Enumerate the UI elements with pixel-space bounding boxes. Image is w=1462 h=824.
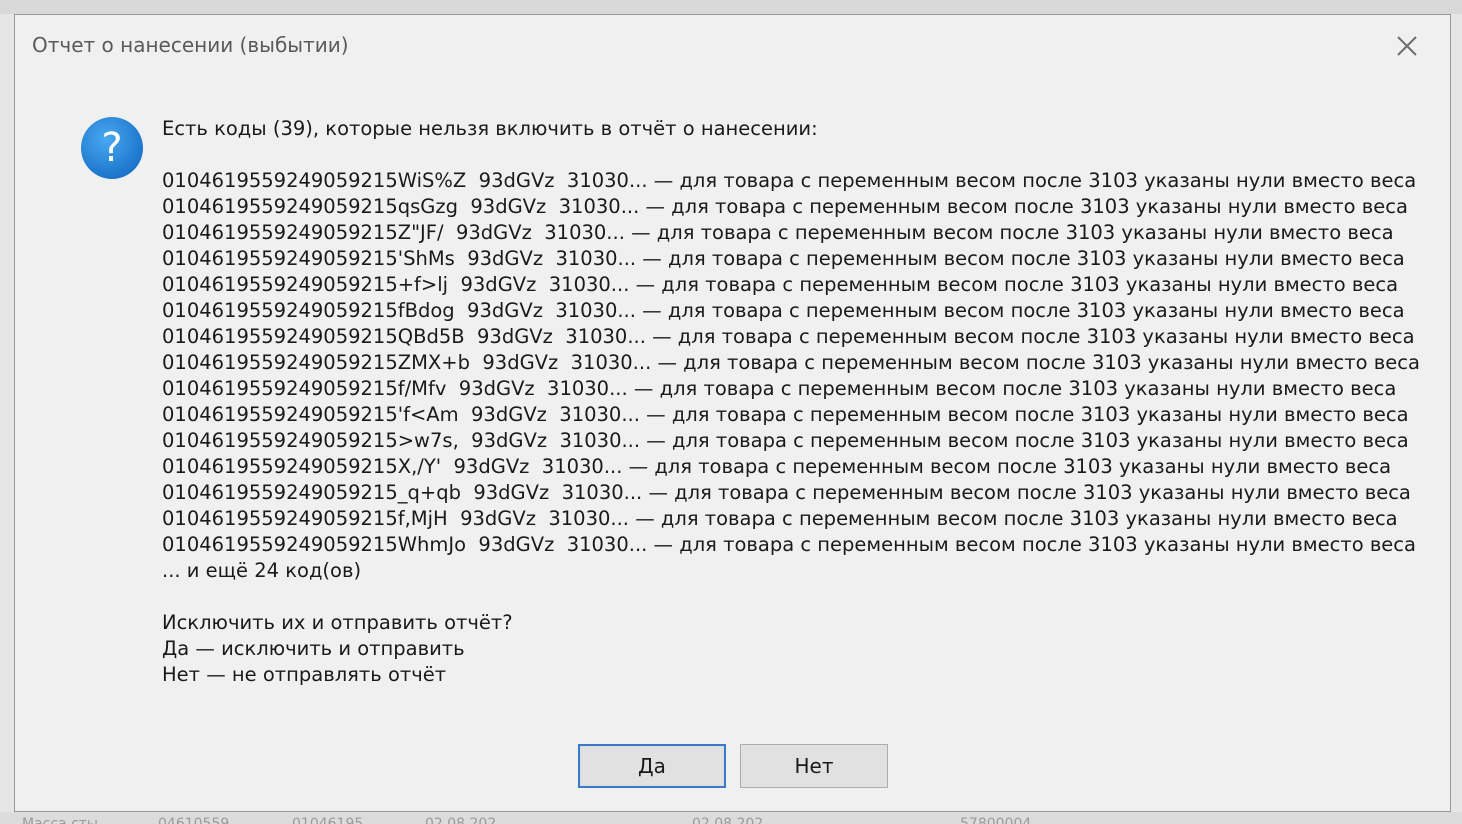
- background-cell: 04610559...: [158, 816, 243, 824]
- background-cell: Масса сты...: [22, 816, 112, 824]
- no-hint: Нет — не отправлять отчёт: [162, 663, 447, 686]
- background-table-row: Масса сты... 04610559... 01046195... 02.…: [0, 812, 1462, 824]
- code-line: 0104619559249059215fBdog 93dGVz 31030...…: [162, 299, 1405, 322]
- dialog-message: Есть коды (39), которые нельзя включить …: [162, 116, 1422, 688]
- code-line: 0104619559249059215WhmJo 93dGVz 31030...…: [162, 533, 1416, 556]
- code-line: 0104619559249059215>w7s, 93dGVz 31030...…: [162, 429, 1409, 452]
- code-line: 0104619559249059215ZMX+b 93dGVz 31030...…: [162, 351, 1420, 374]
- message-header: Есть коды (39), которые нельзя включить …: [162, 117, 818, 140]
- yes-hint: Да — исключить и отправить: [162, 637, 465, 660]
- code-line: 0104619559249059215f/Mfv 93dGVz 31030...…: [162, 377, 1397, 400]
- background-cell: 01046195...: [292, 816, 377, 824]
- code-line: 0104619559249059215WiS%Z 93dGVz 31030...…: [162, 169, 1417, 192]
- code-line: 0104619559249059215'f<Am 93dGVz 31030...…: [162, 403, 1409, 426]
- code-line: 0104619559249059215_q+qb 93dGVz 31030...…: [162, 481, 1411, 504]
- code-line: 0104619559249059215'ShMs 93dGVz 31030...…: [162, 247, 1405, 270]
- close-icon[interactable]: [1390, 29, 1424, 63]
- dialog-title: Отчет о нанесении (выбытии): [32, 33, 349, 57]
- question-line: Исключить их и отправить отчёт?: [162, 611, 513, 634]
- code-line: 0104619559249059215QBd5B 93dGVz 31030...…: [162, 325, 1415, 348]
- code-line: 0104619559249059215f,MjH 93dGVz 31030...…: [162, 507, 1398, 530]
- more-codes-line: ... и ещё 24 код(ов): [162, 559, 362, 582]
- code-line: 0104619559249059215qsGzg 93dGVz 31030...…: [162, 195, 1408, 218]
- background-cell: 02.08.202...: [692, 816, 777, 824]
- yes-button[interactable]: Да: [578, 744, 726, 788]
- message-dialog: Отчет о нанесении (выбытии) ? Есть коды …: [14, 14, 1451, 812]
- code-line: 0104619559249059215X,/Y' 93dGVz 31030...…: [162, 455, 1392, 478]
- question-mark-icon: ?: [79, 115, 145, 181]
- code-line: 0104619559249059215+f>lj 93dGVz 31030...…: [162, 273, 1399, 296]
- background-cell: 02.08.202...: [425, 816, 510, 824]
- no-button[interactable]: Нет: [740, 744, 888, 788]
- svg-text:?: ?: [101, 125, 122, 171]
- background-window-top: [0, 0, 1462, 14]
- code-line: 0104619559249059215Z"JF/ 93dGVz 31030...…: [162, 221, 1394, 244]
- background-cell: 57800004...: [960, 816, 1045, 824]
